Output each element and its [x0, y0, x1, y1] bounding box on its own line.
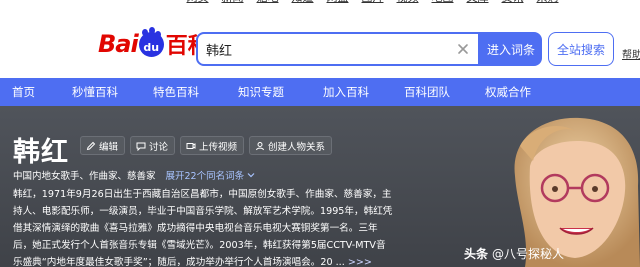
top-nav-item[interactable]: 贴吧 — [250, 0, 285, 5]
top-nav-item[interactable]: 知道 — [285, 0, 320, 5]
discuss-button[interactable]: 讨论 — [130, 136, 176, 155]
upload-video-button[interactable]: 上传视频 — [180, 136, 245, 155]
enter-entry-button[interactable]: 进入词条 — [480, 32, 542, 66]
relation-icon — [256, 141, 265, 150]
nav-item-join[interactable]: 加入百科 — [323, 78, 369, 106]
help-link[interactable]: 帮助 — [622, 46, 640, 61]
top-nav-item[interactable]: 采购 — [530, 0, 565, 5]
nav-item-miaodong[interactable]: 秒懂百科 — [72, 78, 118, 106]
nav-item-topics[interactable]: 知识专题 — [238, 78, 284, 106]
create-relation-label: 创建人物关系 — [268, 141, 326, 153]
nav-item-partners[interactable]: 权威合作 — [485, 78, 531, 106]
baidu-baike-logo[interactable]: Bai du 百科 — [98, 28, 210, 59]
entry-actions: 编辑 讨论 上传视频 创建人物关系 — [80, 136, 333, 155]
homonym-link[interactable]: 展开22个同名词条 — [166, 168, 256, 182]
summary-text: 韩红，1971年9月26日出生于西藏自治区昌都市，中国原创女歌手、作曲家、慈善家… — [13, 189, 393, 267]
edit-button[interactable]: 编辑 — [80, 136, 126, 155]
video-upload-icon — [186, 142, 196, 149]
watermark-handle: @八号探秘人 — [492, 247, 565, 261]
watermark-brand: 头条 — [464, 247, 489, 261]
entry-hero: 韩红 编辑 讨论 上传视频 创建人物关系 中国内地女歌手、作曲家、慈善家 展开2… — [0, 106, 640, 267]
edit-label: 编辑 — [99, 141, 119, 153]
search-all-button[interactable]: 全站搜索 — [548, 32, 614, 66]
nav-item-team[interactable]: 百科团队 — [404, 78, 450, 106]
search-box — [196, 32, 480, 66]
top-nav-item[interactable]: 文库 — [460, 0, 495, 5]
create-relation-button[interactable]: 创建人物关系 — [249, 136, 333, 155]
paw-logo-icon: du — [138, 28, 164, 57]
search-input[interactable] — [206, 39, 456, 59]
header: Bai du 百科 进入词条 全站搜索 帮助 — [0, 6, 640, 78]
nav-item-featured[interactable]: 特色百科 — [153, 78, 199, 106]
chat-icon — [136, 142, 146, 151]
top-nav-item[interactable]: 新闻 — [215, 0, 250, 5]
nav-item-home[interactable]: 首页 — [12, 78, 35, 106]
pencil-icon — [86, 141, 96, 150]
clear-icon[interactable] — [456, 42, 470, 56]
upload-video-label: 上传视频 — [199, 141, 238, 153]
chevron-down-icon — [247, 173, 255, 178]
top-nav-item[interactable]: 图片 — [355, 0, 390, 5]
top-nav-item[interactable]: 资讯 — [495, 0, 530, 5]
portrait-image — [514, 117, 640, 267]
toutiao-watermark: 头条 @八号探秘人 — [464, 245, 564, 262]
top-nav-item[interactable]: 视频 — [390, 0, 425, 5]
discuss-label: 讨论 — [149, 141, 169, 153]
logo-text-bai: Bai — [98, 30, 139, 58]
entry-summary: 韩红，1971年9月26日出生于西藏自治区昌都市，中国原创女歌手、作曲家、慈善家… — [13, 186, 393, 267]
top-nav-item[interactable]: 地图 — [425, 0, 460, 5]
entry-title: 韩红 — [13, 137, 69, 168]
summary-more-link[interactable]: >>> — [348, 257, 372, 267]
entry-description-line: 中国内地女歌手、作曲家、慈善家 展开22个同名词条 — [13, 168, 255, 182]
homonym-label: 展开22个同名词条 — [165, 171, 245, 182]
entry-description: 中国内地女歌手、作曲家、慈善家 — [13, 171, 156, 182]
top-nav-item[interactable]: 网页 — [180, 0, 215, 5]
main-nav: 首页 秒懂百科 特色百科 知识专题 加入百科 百科团队 权威合作 — [0, 78, 640, 106]
top-nav-item[interactable]: 网盘 — [320, 0, 355, 5]
